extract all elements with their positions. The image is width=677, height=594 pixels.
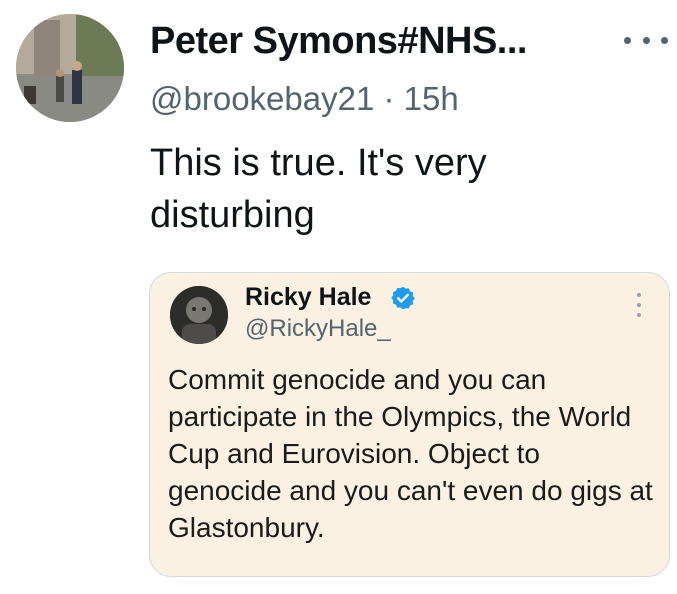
author-avatar[interactable] bbox=[16, 14, 124, 122]
quote-author-name[interactable]: Ricky Hale bbox=[245, 283, 371, 312]
quote-text: Commit genocide and you can participate … bbox=[168, 364, 653, 543]
verified-badge-icon bbox=[391, 286, 415, 310]
author-name[interactable]: Peter Symons#NHS... bbox=[150, 20, 527, 63]
separator-dot: · bbox=[383, 80, 395, 117]
timestamp[interactable]: 15h bbox=[404, 80, 459, 117]
more-vertical-icon[interactable] bbox=[636, 293, 642, 317]
quote-author-avatar[interactable] bbox=[170, 286, 228, 344]
quote-author-handle[interactable]: @RickyHale_ bbox=[245, 315, 391, 343]
author-handle[interactable]: @brookebay21 bbox=[150, 80, 374, 117]
quote-avatar-photo bbox=[170, 286, 228, 344]
more-horizontal-icon[interactable] bbox=[624, 30, 668, 50]
quote-tweet-card[interactable]: Ricky Hale @RickyHale_ Commit genocide a… bbox=[149, 272, 670, 577]
avatar-photo bbox=[16, 14, 124, 122]
tweet-text: This is true. It's very disturbing bbox=[150, 142, 487, 236]
handle-line: @brookebay21 · 15h bbox=[150, 80, 459, 118]
